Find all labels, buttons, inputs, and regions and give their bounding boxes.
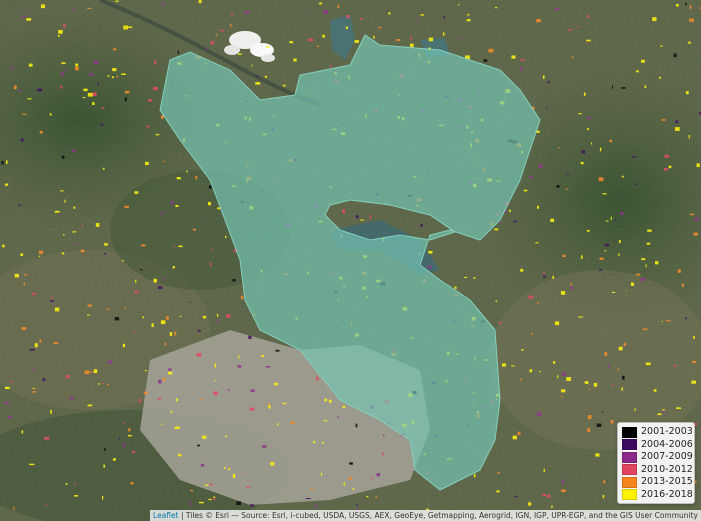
attribution-text: | Tiles © Esri — Source: Esri, i-cubed, … bbox=[178, 511, 698, 520]
legend-swatch bbox=[622, 451, 637, 463]
legend-item: 2010-2012 bbox=[622, 463, 693, 477]
legend-swatch bbox=[622, 464, 637, 476]
legend-swatch bbox=[622, 476, 637, 488]
map-imagery bbox=[0, 0, 701, 521]
terrain-texture bbox=[0, 0, 701, 521]
legend-swatch bbox=[622, 426, 637, 438]
legend-swatch bbox=[622, 489, 637, 501]
legend-item: 2007-2009 bbox=[622, 451, 693, 464]
legend: 2001-2003 2004-2006 2007-2009 2010-2012 … bbox=[617, 422, 695, 504]
map-attribution: Leaflet | Tiles © Esri — Source: Esri, i… bbox=[150, 510, 701, 521]
legend-label: 2016-2018 bbox=[641, 488, 693, 500]
legend-item: 2013-2015 bbox=[622, 476, 693, 489]
leaflet-link[interactable]: Leaflet bbox=[153, 511, 179, 520]
legend-item: 2004-2006 bbox=[622, 438, 693, 452]
legend-label: 2004-2006 bbox=[641, 438, 693, 450]
satellite-map[interactable] bbox=[0, 0, 701, 521]
legend-label: 2013-2015 bbox=[641, 476, 693, 488]
legend-label: 2007-2009 bbox=[641, 451, 693, 463]
legend-label: 2001-2003 bbox=[641, 426, 693, 438]
legend-item: 2016-2018 bbox=[622, 488, 693, 502]
legend-item: 2001-2003 bbox=[622, 426, 693, 439]
legend-swatch bbox=[622, 439, 637, 451]
legend-label: 2010-2012 bbox=[641, 463, 693, 475]
